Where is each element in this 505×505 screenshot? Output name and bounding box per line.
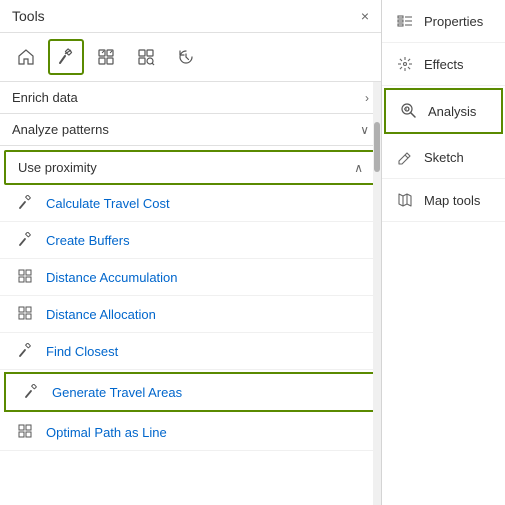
properties-icon xyxy=(396,12,414,30)
history-btn[interactable] xyxy=(168,39,204,75)
properties-label: Properties xyxy=(424,14,483,29)
grid-analyze-btn[interactable] xyxy=(88,39,124,75)
analysis-label: Analysis xyxy=(428,104,476,119)
home-icon-btn[interactable] xyxy=(8,39,44,75)
map-tools-label: Map tools xyxy=(424,193,480,208)
hammer-small-icon xyxy=(16,193,36,213)
tools-header: Tools × xyxy=(0,0,381,33)
analysis-icon xyxy=(400,102,418,120)
right-item-sketch[interactable]: Sketch xyxy=(382,136,505,179)
tool-distance-accumulation[interactable]: Distance Accumulation xyxy=(0,259,381,296)
sketch-icon xyxy=(396,148,414,166)
tool-distance-allocation[interactable]: Distance Allocation xyxy=(0,296,381,333)
right-item-map-tools[interactable]: Map tools xyxy=(382,179,505,222)
hammer-small-icon-3 xyxy=(16,341,36,361)
tools-title: Tools xyxy=(12,8,45,24)
tool-list: Calculate Travel Cost Create Buffers xyxy=(0,185,381,451)
optimal-path-as-line-label: Optimal Path as Line xyxy=(46,425,167,440)
grid-analyze-icon xyxy=(97,48,115,66)
find-closest-label: Find Closest xyxy=(46,344,118,359)
tools-content-wrapper: Enrich data › Analyze patterns ∨ Use pro… xyxy=(0,82,381,505)
grid-find-btn[interactable] xyxy=(128,39,164,75)
history-icon xyxy=(177,48,195,66)
use-proximity-label: Use proximity xyxy=(18,160,97,175)
create-buffers-label: Create Buffers xyxy=(46,233,130,248)
scrollbar-thumb[interactable] xyxy=(374,122,380,172)
effects-label: Effects xyxy=(424,57,464,72)
hammer-active-icon xyxy=(57,48,75,66)
generate-travel-areas-label: Generate Travel Areas xyxy=(52,385,182,400)
enrich-data-label: Enrich data xyxy=(12,90,78,105)
right-item-properties[interactable]: Properties xyxy=(382,0,505,43)
analyze-patterns-label: Analyze patterns xyxy=(12,122,109,137)
tool-create-buffers[interactable]: Create Buffers xyxy=(0,222,381,259)
use-proximity-arrow: ∧ xyxy=(354,161,363,175)
tool-find-closest[interactable]: Find Closest xyxy=(0,333,381,370)
calculate-travel-cost-label: Calculate Travel Cost xyxy=(46,196,170,211)
toolbar-icons xyxy=(0,33,381,82)
grid-find-icon xyxy=(137,48,155,66)
effects-icon xyxy=(396,55,414,73)
section-use-proximity-container: Use proximity ∧ xyxy=(4,150,377,185)
grid-small-icon-3 xyxy=(16,422,36,442)
tool-optimal-path-as-line[interactable]: Optimal Path as Line xyxy=(0,414,381,451)
section-analyze-patterns[interactable]: Analyze patterns ∨ xyxy=(0,114,381,146)
analyze-patterns-arrow: ∨ xyxy=(360,123,369,137)
tool-calculate-travel-cost[interactable]: Calculate Travel Cost xyxy=(0,185,381,222)
enrich-data-arrow: › xyxy=(365,91,369,105)
distance-allocation-label: Distance Allocation xyxy=(46,307,156,322)
hammer-small-icon-2 xyxy=(16,230,36,250)
close-button[interactable]: × xyxy=(361,9,369,23)
tools-panel: Tools × xyxy=(0,0,382,505)
grid-small-icon-2 xyxy=(16,304,36,324)
hammer-icon-btn[interactable] xyxy=(48,39,84,75)
map-tools-icon xyxy=(396,191,414,209)
grid-small-icon xyxy=(16,267,36,287)
section-enrich-data[interactable]: Enrich data › xyxy=(0,82,381,114)
sketch-label: Sketch xyxy=(424,150,464,165)
right-panel: Properties Effects xyxy=(382,0,505,505)
scrollbar-track[interactable] xyxy=(373,82,381,505)
home-icon xyxy=(17,48,35,66)
section-use-proximity[interactable]: Use proximity ∧ xyxy=(6,152,375,183)
hammer-small-icon-4 xyxy=(22,382,42,402)
tools-content: Enrich data › Analyze patterns ∨ Use pro… xyxy=(0,82,381,451)
tool-generate-travel-areas[interactable]: Generate Travel Areas xyxy=(4,372,377,412)
right-item-analysis[interactable]: Analysis xyxy=(384,88,503,134)
distance-accumulation-label: Distance Accumulation xyxy=(46,270,178,285)
right-item-effects[interactable]: Effects xyxy=(382,43,505,86)
